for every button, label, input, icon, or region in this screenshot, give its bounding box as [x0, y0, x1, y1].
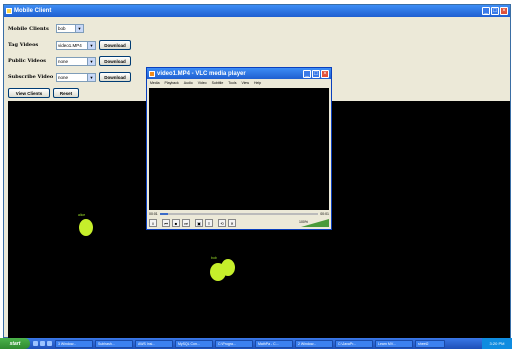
shuffle-icon[interactable]: ✕ [228, 219, 236, 227]
maximize-button[interactable]: □ [491, 7, 499, 15]
tag-videos-value: video1.MP4 [58, 42, 82, 48]
menu-subtitle[interactable]: Subtitle [212, 81, 224, 85]
start-button[interactable]: start [0, 338, 30, 349]
taskbar-item[interactable]: Learn MV... [375, 339, 413, 348]
taskbar: start 3 Window... Subhash... AWS Insi...… [0, 338, 512, 349]
seek-bar-fill [159, 213, 168, 215]
taskbar-item[interactable]: sheet2 [415, 339, 445, 348]
public-videos-select[interactable]: none ▼ [56, 56, 96, 66]
taskbar-item[interactable]: MathPa - C... [255, 339, 293, 348]
vlc-close-button[interactable]: × [321, 69, 329, 78]
mobile-clients-label: Mobile Clients [8, 25, 49, 32]
time-total: 00:01 [320, 212, 329, 216]
fullscreen-icon[interactable]: ▣ [195, 219, 203, 227]
menu-playback[interactable]: Playback [165, 81, 179, 85]
vlc-player-window: video1.MP4 - VLC media player _ □ × Medi… [146, 67, 332, 230]
pause-icon[interactable]: ‖ [149, 219, 157, 227]
menu-media[interactable]: Media [150, 81, 160, 85]
tag-videos-label: Tag Videos [8, 42, 39, 48]
node-label-alice: alice [78, 213, 86, 217]
volume-slider[interactable]: 100% [299, 219, 329, 227]
next-icon[interactable]: ⏭ [182, 219, 190, 227]
subscribe-video-select[interactable]: none ▼ [56, 72, 96, 82]
title-bar: Mobile Client _ □ × [4, 5, 510, 17]
time-elapsed: 00:01 [149, 212, 158, 216]
mobile-node-bob-overlap[interactable] [221, 259, 235, 276]
window-title: Mobile Client [14, 8, 52, 14]
tag-videos-download-button[interactable]: Download [99, 40, 131, 50]
playback-controls: ‖ ⏮ ■ ⏭ ▣ ≡ ⟲ ✕ 100% [149, 218, 329, 228]
taskbar-item[interactable]: 2 Window... [295, 339, 333, 348]
view-clients-button[interactable]: View Clients [8, 88, 50, 98]
taskbar-item[interactable]: Subhash... [95, 339, 133, 348]
vlc-menu-bar: Media Playback Audio Video Subtitle Tool… [147, 79, 331, 86]
start-label: start [9, 340, 21, 347]
close-button[interactable]: × [500, 7, 508, 15]
reset-button[interactable]: Reset [53, 88, 79, 98]
vlc-title: video1.MP4 - VLC media player [157, 70, 246, 77]
seek-row: 00:01 00:01 [149, 211, 329, 217]
taskbar-item[interactable]: C:\JavaPr... [335, 339, 373, 348]
video-area[interactable] [149, 88, 329, 210]
taskbar-item[interactable]: C:\Progra... [215, 339, 253, 348]
minimize-button[interactable]: _ [482, 7, 490, 15]
vlc-minimize-button[interactable]: _ [303, 69, 311, 78]
menu-tools[interactable]: Tools [228, 81, 236, 85]
menu-help[interactable]: Help [254, 81, 261, 85]
menu-audio[interactable]: Audio [184, 81, 193, 85]
desktop-icon[interactable] [40, 341, 45, 346]
chevron-down-icon[interactable]: ▼ [75, 25, 83, 32]
playlist-icon[interactable]: ≡ [205, 219, 213, 227]
mobile-clients-value: bob [58, 26, 66, 31]
taskbar-item[interactable]: 3 Window... [55, 339, 93, 348]
app-icon [6, 8, 12, 14]
loop-icon[interactable]: ⟲ [218, 219, 226, 227]
chevron-down-icon[interactable]: ▼ [87, 41, 95, 49]
vlc-title-bar: video1.MP4 - VLC media player _ □ × [147, 68, 331, 79]
subscribe-video-label: Subscribe Video [8, 74, 54, 80]
volume-value: 100% [299, 220, 308, 224]
seek-bar[interactable] [159, 213, 319, 215]
node-label-bob: bob [211, 256, 217, 260]
chevron-down-icon[interactable]: ▼ [87, 57, 95, 65]
public-videos-download-button[interactable]: Download [99, 56, 131, 66]
menu-view[interactable]: View [241, 81, 249, 85]
menu-video[interactable]: Video [198, 81, 207, 85]
media-icon[interactable] [47, 341, 52, 346]
system-tray: 3:20 PM [482, 338, 512, 349]
mobile-clients-select[interactable]: bob ▼ [56, 24, 84, 33]
stop-icon[interactable]: ■ [172, 219, 180, 227]
subscribe-video-download-button[interactable]: Download [99, 72, 131, 82]
tag-videos-select[interactable]: video1.MP4 ▼ [56, 40, 96, 50]
clock: 3:20 PM [489, 341, 505, 346]
public-videos-value: none [58, 58, 69, 64]
ie-icon[interactable] [33, 341, 38, 346]
quick-launch [33, 341, 52, 346]
taskbar-item[interactable]: MySQL Con... [175, 339, 213, 348]
vlc-cone-icon [149, 70, 155, 77]
chevron-down-icon[interactable]: ▼ [87, 73, 95, 81]
public-videos-label: Public Videos [8, 58, 46, 64]
subscribe-video-value: none [58, 74, 69, 80]
vlc-maximize-button[interactable]: □ [312, 69, 320, 78]
taskbar-item[interactable]: AWS Insi... [135, 339, 173, 348]
mobile-node-alice[interactable] [79, 219, 93, 236]
previous-icon[interactable]: ⏮ [162, 219, 170, 227]
